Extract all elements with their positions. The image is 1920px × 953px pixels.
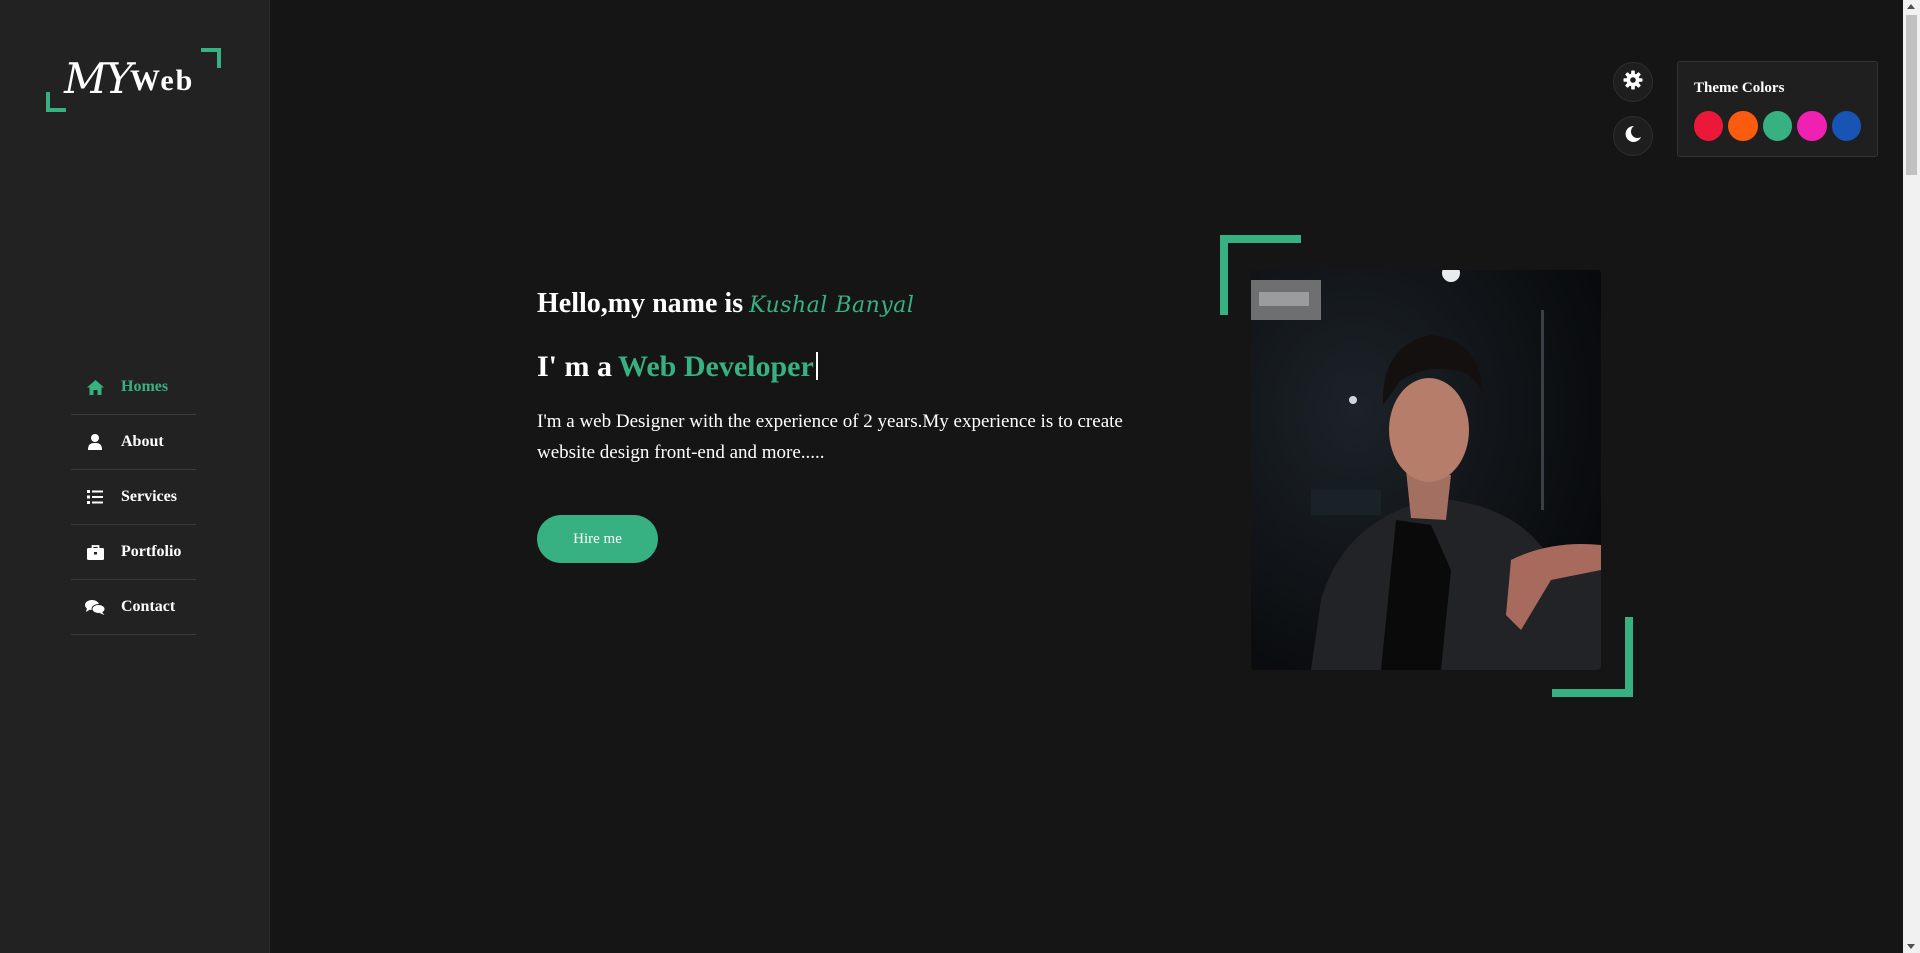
greeting-heading: Hello,my name is Kushal Banyal xyxy=(537,288,914,320)
scroll-down-arrow-icon[interactable] xyxy=(1907,944,1915,949)
sidebar: MY Web Homes About Services Portfolio Co… xyxy=(0,0,270,953)
color-swatch-blue[interactable] xyxy=(1831,111,1862,141)
person-name: Kushal Banyal xyxy=(749,293,915,318)
page-scrollbar[interactable] xyxy=(1903,0,1920,953)
image-frame-bottom-right xyxy=(1552,617,1633,697)
nav-item-homes[interactable]: Homes xyxy=(71,360,196,415)
gear-icon xyxy=(1623,70,1643,95)
color-swatch-green[interactable] xyxy=(1762,111,1793,141)
nav-label-portfolio: Portfolio xyxy=(121,543,182,560)
logo-script: MY xyxy=(64,54,133,103)
theme-colors-title: Theme Colors xyxy=(1694,80,1785,96)
briefcase-icon xyxy=(85,542,105,562)
greeting-text: Hello,my name is xyxy=(537,288,744,319)
color-swatch-pink[interactable] xyxy=(1797,111,1827,141)
home-icon xyxy=(85,377,105,397)
main-nav: Homes About Services Portfolio Contact xyxy=(71,360,196,635)
role-title: Web Developer xyxy=(618,350,814,383)
theme-colors-panel: Theme Colors xyxy=(1677,61,1878,157)
logo-corner-top-right xyxy=(201,48,221,68)
logo-corner-bottom-left xyxy=(46,92,66,112)
profile-photo xyxy=(1251,270,1601,670)
settings-button[interactable] xyxy=(1613,62,1653,102)
user-icon xyxy=(85,432,105,452)
hero-description: I'm a web Designer with the experience o… xyxy=(537,411,1123,463)
scroll-up-arrow-icon[interactable] xyxy=(1907,4,1915,9)
list-icon xyxy=(85,487,105,507)
nav-label-services: Services xyxy=(121,488,177,505)
scrollbar-thumb[interactable] xyxy=(1906,15,1917,175)
dark-mode-toggle[interactable] xyxy=(1613,116,1653,156)
nav-item-portfolio[interactable]: Portfolio xyxy=(71,525,196,580)
logo[interactable]: MY Web xyxy=(46,48,224,112)
nav-item-contact[interactable]: Contact xyxy=(71,580,196,635)
nav-label-contact: Contact xyxy=(121,598,176,615)
comments-icon xyxy=(85,597,105,617)
nav-label-homes: Homes xyxy=(121,378,169,395)
role-heading: I' m a Web Developer xyxy=(537,350,818,384)
nav-item-about[interactable]: About xyxy=(71,415,196,470)
moon-icon xyxy=(1624,125,1642,148)
nav-label-about: About xyxy=(121,433,164,450)
nav-item-services[interactable]: Services xyxy=(71,470,196,525)
typing-caret xyxy=(815,352,818,380)
logo-text: Web xyxy=(130,64,195,97)
theme-swatches xyxy=(1694,111,1862,141)
color-swatch-orange[interactable] xyxy=(1728,111,1758,141)
hire-me-button[interactable]: Hire me xyxy=(537,515,658,563)
role-prefix: I' m a xyxy=(537,350,612,383)
color-swatch-red[interactable] xyxy=(1694,111,1724,141)
